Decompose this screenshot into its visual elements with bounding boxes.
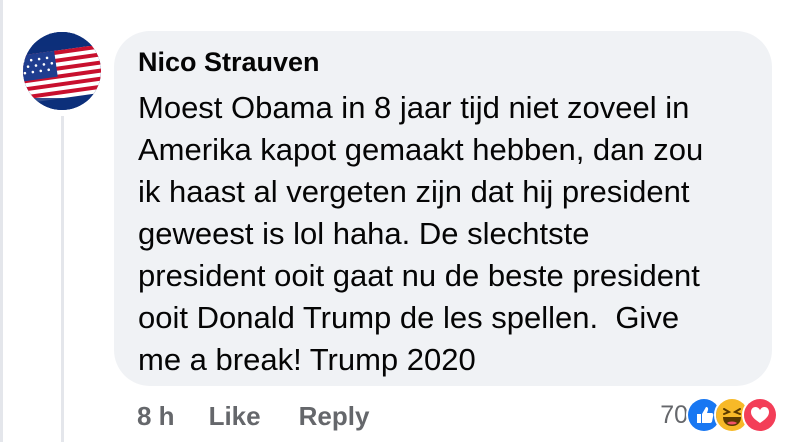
comment-text-line: president ooit gaat nu de beste presiden… — [138, 258, 700, 293]
comment-text: Moest Obama in 8 jaar tijd niet zoveel i… — [138, 87, 748, 381]
us-flag-icon — [23, 32, 101, 110]
comment-text-line: geweest is lol haha. De slechtste — [138, 216, 590, 251]
comment-text-line: ik haast al vergeten zijn dat hij presid… — [138, 174, 690, 209]
comment-text-line: ooit Donald Trump de les spellen. Give — [138, 300, 680, 335]
comment-timestamp[interactable]: 8 h — [137, 401, 175, 432]
reaction-summary[interactable]: 70 — [660, 395, 778, 435]
comment-author[interactable]: Nico Strauven — [138, 45, 748, 79]
comment-actions: 8 h Like Reply — [137, 398, 407, 434]
reaction-count: 70 — [660, 400, 688, 429]
comment-text-line: me a break! Trump 2020 — [138, 342, 476, 377]
reply-thread-line — [61, 116, 64, 442]
love-icon — [742, 397, 778, 433]
comment-thread: Nico Strauven Moest Obama in 8 jaar tijd… — [0, 0, 796, 442]
reply-button[interactable]: Reply — [299, 401, 370, 432]
comment-text-line: Moest Obama in 8 jaar tijd niet zoveel i… — [138, 90, 690, 125]
comment-bubble: Nico Strauven Moest Obama in 8 jaar tijd… — [114, 31, 772, 386]
like-button[interactable]: Like — [209, 401, 261, 432]
comment-text-line: Amerika kapot gemaakt hebben, dan zou — [138, 132, 704, 167]
thread-divider — [0, 0, 3, 442]
avatar[interactable] — [23, 32, 101, 110]
